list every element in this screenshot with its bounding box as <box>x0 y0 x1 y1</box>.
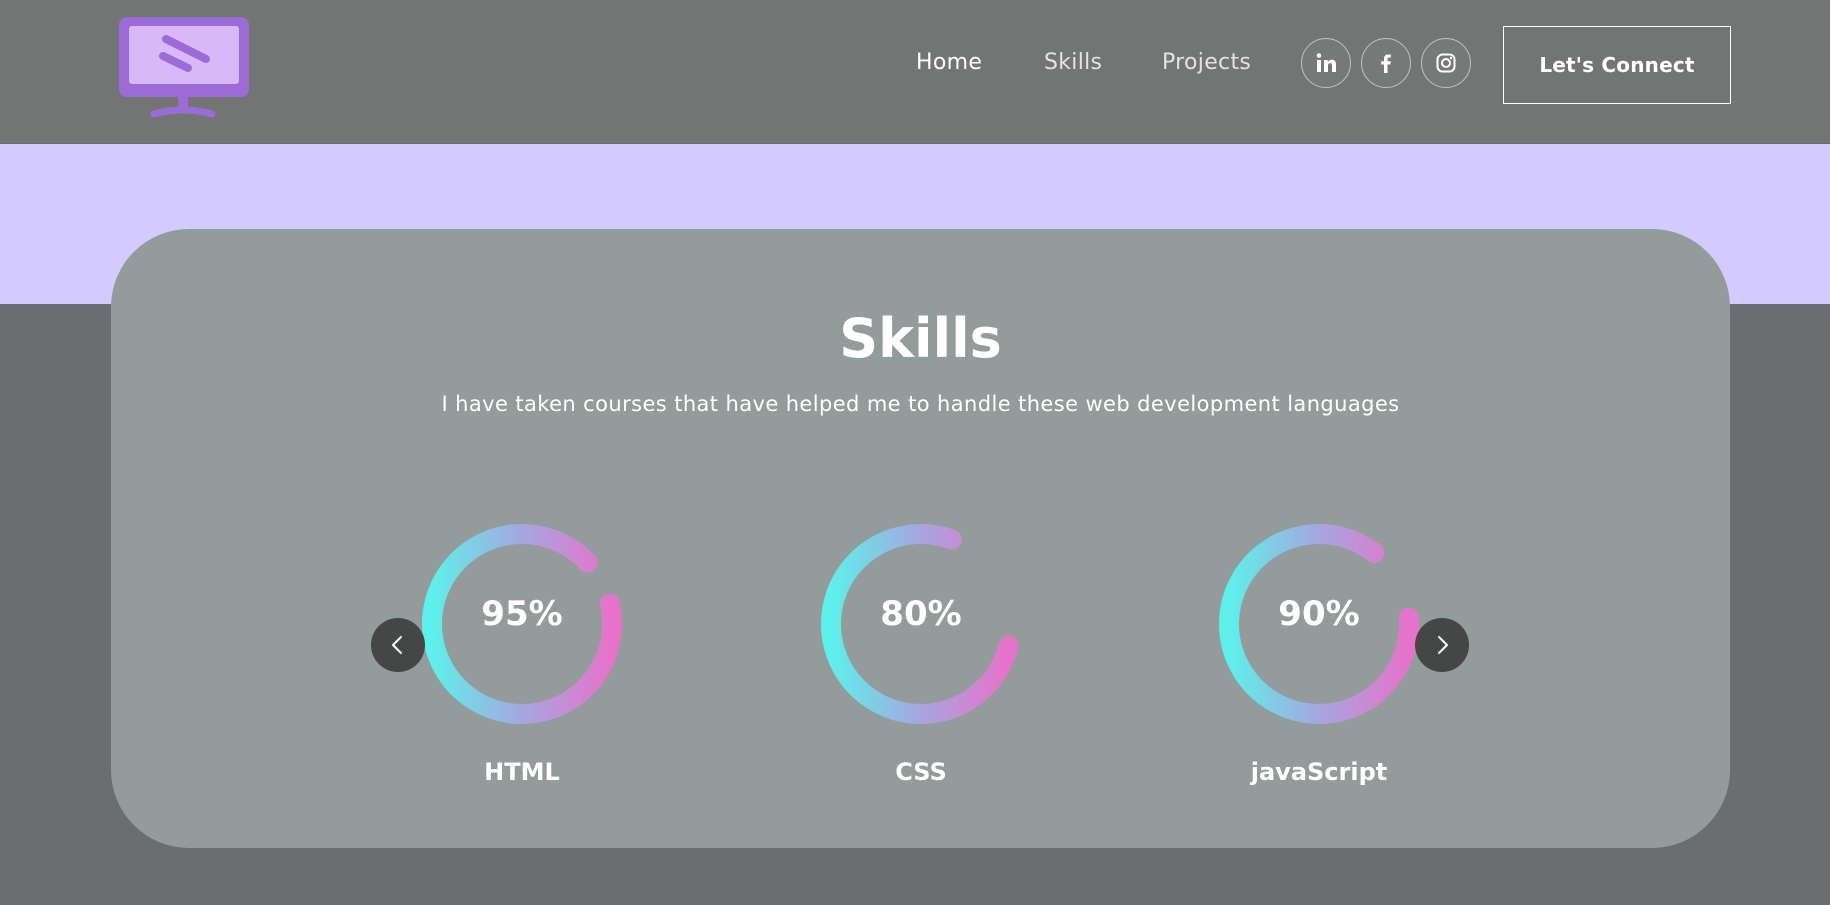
facebook-icon <box>1381 54 1391 73</box>
skill-percent: 80% <box>880 594 962 634</box>
instagram-button[interactable] <box>1421 38 1471 88</box>
linkedin-icon <box>1316 53 1336 72</box>
lets-connect-button[interactable]: Let's Connect <box>1503 26 1731 104</box>
carousel-next-button[interactable] <box>1415 618 1469 672</box>
instagram-icon <box>1436 53 1456 73</box>
nav-link-projects[interactable]: Projects <box>1162 50 1251 75</box>
skill-item-css: 80% CSS <box>811 514 1031 794</box>
skill-name: HTML <box>484 758 560 786</box>
skill-name: javaScript <box>1250 758 1388 786</box>
skills-subtitle: I have taken courses that have helped me… <box>441 392 1400 416</box>
skill-item-javascript: 90% javaScript <box>1209 514 1429 794</box>
chevron-right-icon <box>1438 636 1448 654</box>
nav-link-skills[interactable]: Skills <box>1044 50 1102 75</box>
skills-card: Skills I have taken courses that have he… <box>111 229 1730 848</box>
skills-title: Skills <box>839 307 1002 370</box>
chevron-left-icon <box>392 636 402 654</box>
monitor-logo-icon[interactable] <box>114 14 254 118</box>
nav-link-home[interactable]: Home <box>916 50 982 75</box>
navbar: Home Skills Projects Let's Connect <box>0 0 1830 144</box>
carousel-prev-button[interactable] <box>371 618 425 672</box>
skill-item-html: 95% HTML <box>412 514 632 794</box>
skill-percent: 95% <box>481 594 563 634</box>
facebook-button[interactable] <box>1361 38 1411 88</box>
skill-percent: 90% <box>1278 594 1360 634</box>
linkedin-button[interactable] <box>1301 38 1351 88</box>
skill-name: CSS <box>895 758 947 786</box>
